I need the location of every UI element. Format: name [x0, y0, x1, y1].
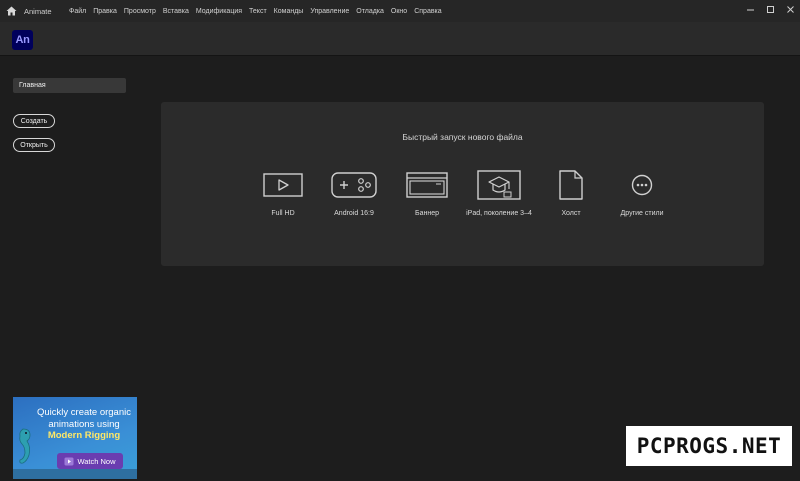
menu-commands[interactable]: Команды: [270, 8, 307, 15]
seabed-decoration: [13, 469, 137, 479]
minimize-icon[interactable]: [740, 0, 760, 18]
watermark-text: PCPROGS.NET: [636, 434, 782, 458]
app-name: Animate: [24, 6, 52, 16]
preset-ipad[interactable]: iPad, поколение 3–4: [459, 168, 539, 217]
menu-view[interactable]: Просмотр: [120, 8, 159, 15]
promo-text: Quickly create organic animations using …: [31, 407, 137, 442]
watch-now-label: Watch Now: [77, 456, 116, 466]
watch-now-button[interactable]: Watch Now: [57, 453, 123, 469]
preset-more[interactable]: Другие стили: [602, 168, 682, 217]
quick-start-panel: Быстрый запуск нового файла Full HD Andr…: [161, 102, 764, 266]
menu-modify[interactable]: Модификация: [192, 8, 245, 15]
video-screen-icon: [263, 168, 303, 202]
close-icon[interactable]: [780, 0, 800, 18]
menu-file[interactable]: Файл: [66, 8, 90, 15]
preset-label: iPad, поколение 3–4: [466, 210, 532, 217]
more-icon: [631, 168, 653, 202]
menu-window[interactable]: Окно: [387, 8, 410, 15]
create-button[interactable]: Создать: [13, 114, 55, 128]
preset-banner[interactable]: Баннер: [387, 168, 467, 217]
preset-label: Android 16:9: [334, 210, 374, 217]
promo-highlight: Modern Rigging: [47, 430, 121, 441]
menu-insert[interactable]: Вставка: [159, 8, 192, 15]
video-icon: [64, 457, 74, 465]
preset-canvas[interactable]: Холст: [531, 168, 611, 217]
preset-label: Другие стили: [620, 210, 664, 217]
promo-banner[interactable]: Quickly create organic animations using …: [13, 397, 137, 479]
preset-label: Холст: [561, 210, 581, 217]
menu-control[interactable]: Управление: [307, 8, 353, 15]
animate-logo: An: [12, 30, 33, 50]
menu-text[interactable]: Текст: [246, 8, 271, 15]
app-header: An: [0, 22, 800, 56]
preset-android[interactable]: Android 16:9: [314, 168, 394, 217]
sidebar-item-home[interactable]: Главная: [13, 78, 126, 93]
promo-line: Quickly create organic animations using: [37, 407, 131, 430]
menu-edit[interactable]: Правка: [90, 8, 121, 15]
preset-label: Full HD: [271, 210, 295, 217]
browser-window-icon: [406, 168, 448, 202]
preset-full-hd[interactable]: Full HD: [243, 168, 323, 217]
menu-help[interactable]: Справка: [411, 8, 445, 15]
quick-start-title: Быстрый запуск нового файла: [402, 132, 523, 142]
maximize-icon[interactable]: [760, 0, 780, 18]
document-icon: [559, 168, 583, 202]
menu-bar: Файл Правка Просмотр Вставка Модификация…: [66, 8, 446, 15]
open-button[interactable]: Открыть: [13, 138, 55, 152]
title-bar: Animate Файл Правка Просмотр Вставка Мод…: [0, 0, 800, 22]
menu-debug[interactable]: Отладка: [353, 8, 388, 15]
window-controls: [740, 0, 800, 18]
graduation-cap-screen-icon: [477, 168, 521, 202]
logo-text: An: [15, 34, 30, 46]
preset-label: Баннер: [414, 210, 439, 217]
watermark: PCPROGS.NET: [626, 426, 792, 466]
gamepad-icon: [331, 168, 377, 202]
home-icon[interactable]: [0, 0, 22, 22]
